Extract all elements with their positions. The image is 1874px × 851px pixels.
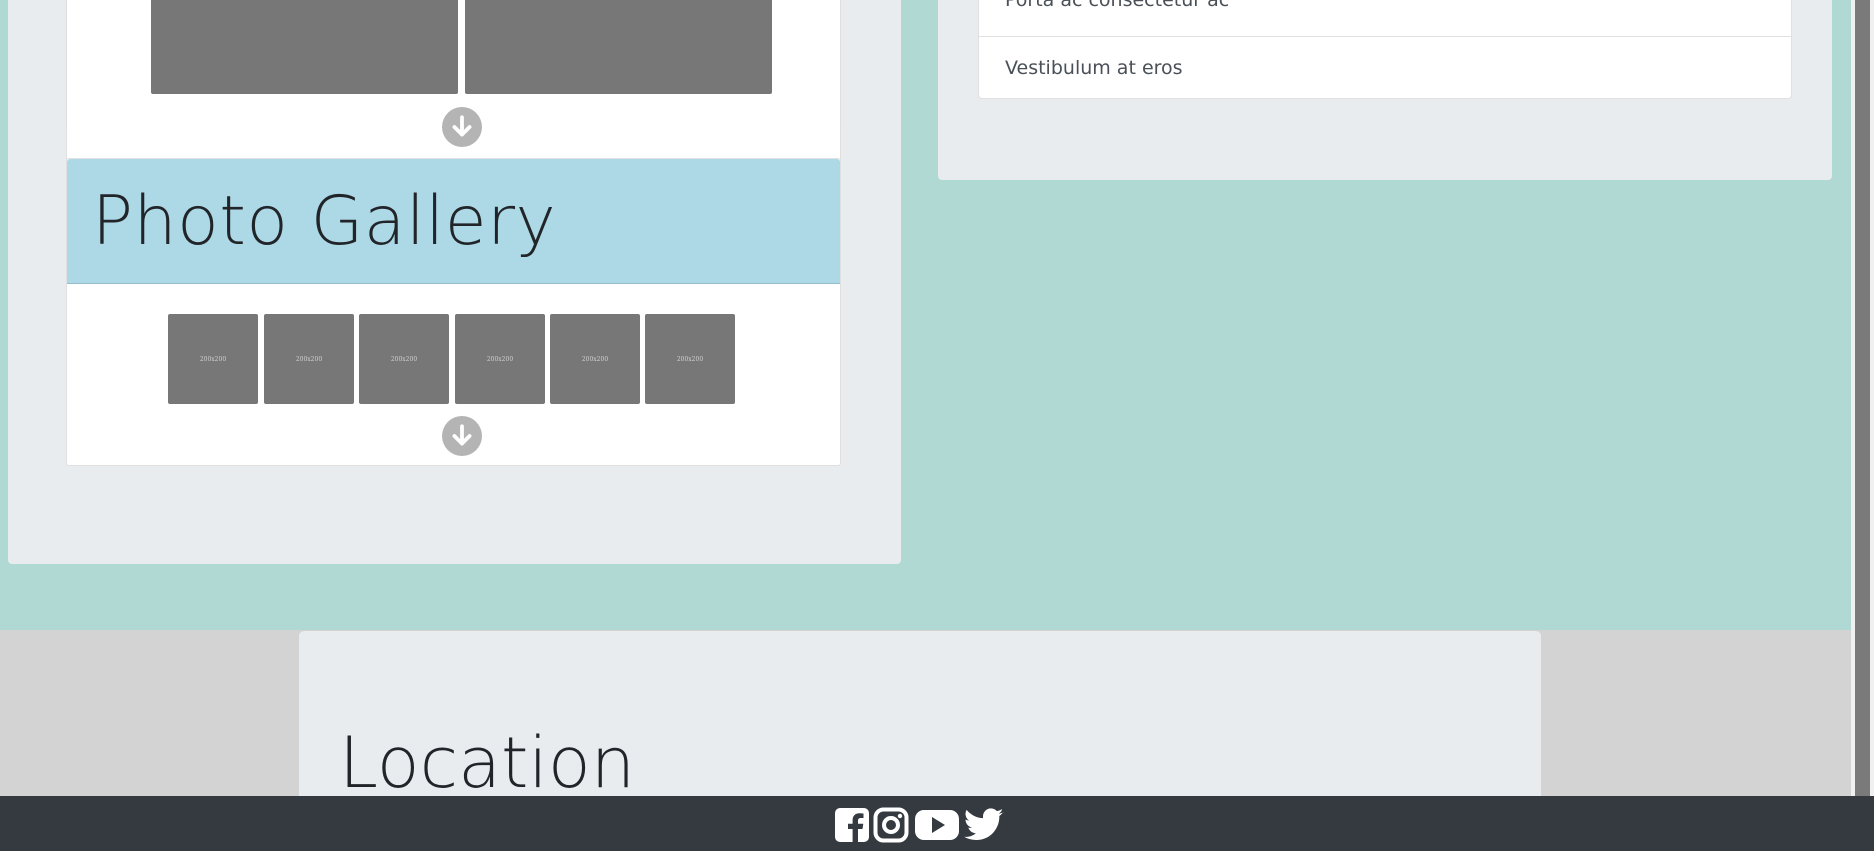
photo-gallery-card: Photo Gallery 200x200 200x200 200x200 20… (66, 158, 841, 466)
twitter-icon (964, 808, 1004, 840)
arrow-down-circle-icon (452, 115, 472, 137)
instagram-icon (873, 807, 909, 843)
facebook-icon (835, 808, 869, 843)
gallery-scroll-down-button[interactable] (442, 416, 482, 456)
scroll-down-button[interactable] (442, 107, 482, 147)
gallery-title: Photo Gallery (92, 182, 557, 261)
gallery-thumb[interactable]: 200x200 (550, 314, 640, 404)
featured-image-2 (465, 0, 772, 94)
arrow-down-circle-icon (452, 424, 472, 446)
youtube-link[interactable] (915, 805, 959, 845)
featured-card (66, 0, 841, 176)
twitter-link[interactable] (964, 805, 1004, 845)
scrollbar[interactable] (1851, 0, 1874, 796)
list-item[interactable]: Porta ac consectetur ac (979, 0, 1791, 37)
gallery-thumb[interactable]: 200x200 (264, 314, 354, 404)
gallery-thumb[interactable]: 200x200 (359, 314, 449, 404)
gallery-thumb[interactable]: 200x200 (645, 314, 735, 404)
gallery-thumb[interactable]: 200x200 (455, 314, 545, 404)
location-title: Location (339, 722, 636, 804)
featured-image-1 (151, 0, 458, 94)
list-item-label: Porta ac consectetur ac (1005, 0, 1230, 11)
youtube-icon (915, 810, 959, 840)
footer (0, 796, 1874, 851)
list-item-label: Vestibulum at eros (1005, 56, 1183, 79)
left-panel: Photo Gallery 200x200 200x200 200x200 20… (8, 0, 901, 564)
facebook-link[interactable] (834, 805, 870, 845)
right-panel: Porta ac consectetur ac Vestibulum at er… (938, 0, 1832, 180)
gallery-thumb[interactable]: 200x200 (168, 314, 258, 404)
list-item[interactable]: Vestibulum at eros (979, 37, 1791, 98)
instagram-link[interactable] (873, 805, 909, 845)
gallery-header: Photo Gallery (67, 159, 840, 284)
scrollbar-thumb[interactable] (1855, 0, 1870, 796)
list-group: Porta ac consectetur ac Vestibulum at er… (978, 0, 1792, 99)
